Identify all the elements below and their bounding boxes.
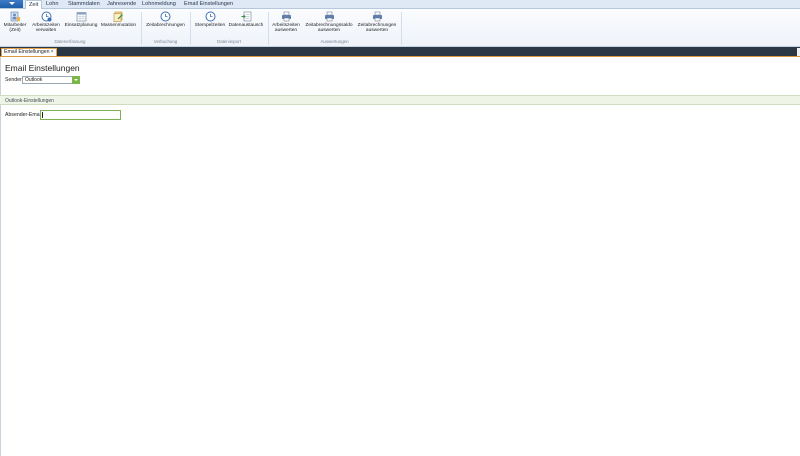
- group-label-datenimport: Datenimport: [217, 39, 241, 44]
- zeitabrechnungen-auswerten-button[interactable]: Zeitabrechnungen auswerten: [355, 11, 399, 33]
- app-menu-button[interactable]: [0, 0, 23, 8]
- text-cursor: [42, 112, 43, 118]
- ribbon-separator: [401, 12, 402, 45]
- clock-icon: [41, 11, 51, 22]
- chevron-down-icon: [74, 79, 78, 81]
- stempelzeiten-button[interactable]: Stempelzeiten: [193, 11, 227, 28]
- arbeitszeiten-auswerten-button[interactable]: Arbeitszeiten auswerten: [270, 11, 302, 33]
- sender-label: Sender: [5, 77, 22, 83]
- printer-icon: [372, 11, 382, 22]
- mitarbeiter-zeit-button[interactable]: Mitarbeiter (Zeit): [2, 11, 28, 33]
- massenmutation-button[interactable]: Massenmutation: [99, 11, 138, 28]
- mass-edit-icon: [113, 11, 123, 22]
- document-tab-strip: [0, 47, 800, 56]
- zeitabrechnungssaldo-auswerten-button[interactable]: Zeitabrechnungssaldo auswerten: [303, 11, 355, 33]
- printer-icon: [281, 11, 291, 22]
- page-left-border: [0, 57, 1, 456]
- tab-lohn[interactable]: Lohn: [43, 0, 61, 9]
- group-label-auswertungen: Auswertungen: [320, 39, 349, 44]
- sender-email-input[interactable]: [40, 110, 121, 120]
- data-exchange-icon: [241, 11, 251, 22]
- section-header: Outlook-Einstellungen: [0, 95, 800, 105]
- ribbon-separator: [190, 12, 191, 45]
- tab-email-einstellungen[interactable]: Email Einstellungen: [181, 0, 236, 9]
- tab-underline: [0, 56, 800, 57]
- clock-icon: [160, 11, 171, 22]
- tab-jahresende[interactable]: Jahresende: [104, 0, 139, 9]
- ribbon-separator: [268, 12, 269, 45]
- dropdown-button[interactable]: [72, 76, 80, 84]
- doc-tab-email-einstellungen[interactable]: Email Einstellungen×: [1, 48, 57, 56]
- tab-lohnmeldung[interactable]: Lohnmeldung: [139, 0, 179, 9]
- einsatzplanung-button[interactable]: Einsatzplanung: [63, 11, 99, 28]
- sender-email-label: Absender-Email: [5, 112, 42, 118]
- tab-stammdaten[interactable]: Stammdaten: [65, 0, 103, 9]
- group-label-datenerfassung: Datenerfassung: [54, 39, 86, 44]
- ribbon-tab-bar: Zeit Lohn Stammdaten Jahresende Lohnmeld…: [0, 0, 800, 10]
- page-title: Email Einstellungen: [5, 63, 80, 73]
- arbeitszeiten-verwalten-button[interactable]: Arbeitszeiten verwalten: [30, 11, 62, 33]
- datenaustausch-button[interactable]: Datenaustausch: [227, 11, 265, 28]
- clock-icon: [205, 11, 215, 22]
- chevron-down-icon: [9, 2, 15, 5]
- ribbon: Mitarbeiter (Zeit) Arbeitszeiten verwalt…: [0, 9, 800, 47]
- calendar-icon: [76, 12, 86, 22]
- group-label-verbuchung: Verbuchung: [153, 39, 178, 44]
- zeitabrechnungen-button[interactable]: Zeitabrechnungen: [144, 11, 187, 28]
- ribbon-separator: [141, 12, 142, 45]
- close-icon[interactable]: ×: [51, 49, 54, 55]
- section-title: Outlook-Einstellungen: [5, 98, 54, 104]
- sender-select-value: Outlook: [25, 77, 43, 83]
- printer-icon: [324, 11, 334, 22]
- employee-icon: [10, 11, 20, 22]
- sender-select[interactable]: Outlook: [22, 76, 80, 84]
